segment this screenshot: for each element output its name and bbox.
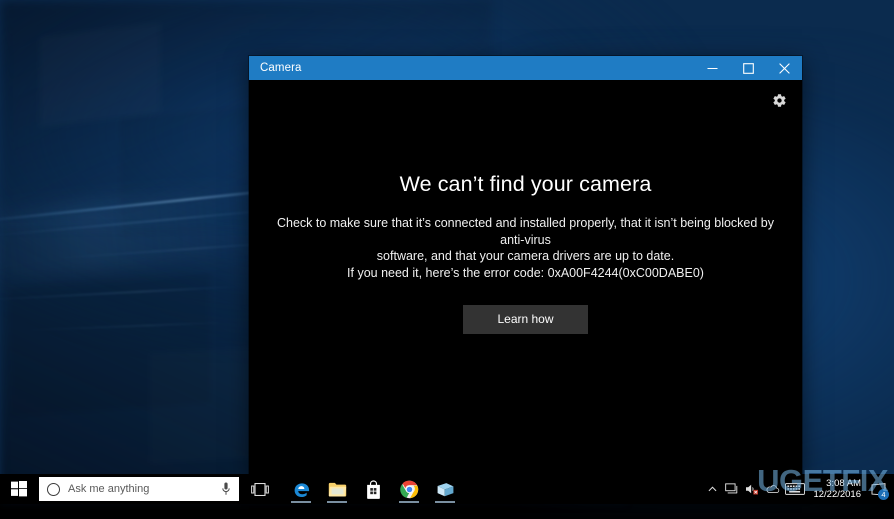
pinned-apps xyxy=(283,474,463,504)
network-icon xyxy=(725,483,739,495)
system-tray: 3:08 AM 12/22/2016 4 xyxy=(702,474,894,504)
clock-time: 3:08 AM xyxy=(826,478,861,489)
running-indicator xyxy=(399,501,419,503)
keyboard-icon xyxy=(785,483,805,495)
notification-count-badge: 4 xyxy=(878,489,889,500)
chevron-up-icon xyxy=(708,485,717,494)
taskbar-item-camera[interactable] xyxy=(427,474,463,504)
keyboard-button[interactable] xyxy=(782,474,808,504)
running-indicator xyxy=(435,501,455,503)
clock-date: 12/22/2016 xyxy=(813,489,861,500)
folder-icon xyxy=(328,481,347,498)
camera-app-window[interactable]: Camera xyxy=(249,56,802,474)
store-icon xyxy=(365,480,382,499)
error-description: Check to make sure that it’s connected a… xyxy=(266,215,786,265)
taskbar-item-microsoft-store[interactable] xyxy=(355,474,391,504)
settings-button[interactable] xyxy=(768,89,790,111)
window-title: Camera xyxy=(260,62,302,74)
window-title-bar[interactable]: Camera xyxy=(249,56,802,80)
wallpaper-facet xyxy=(40,23,160,128)
learn-how-button[interactable]: Learn how xyxy=(463,305,588,334)
error-heading: We can’t find your camera xyxy=(263,172,788,197)
taskbar-item-microsoft-edge[interactable] xyxy=(283,474,319,504)
error-code-line: If you need it, here’s the error code: 0… xyxy=(263,265,788,282)
window-controls xyxy=(694,56,802,80)
taskbar[interactable]: Ask me anything xyxy=(0,474,894,504)
running-indicator xyxy=(291,501,311,503)
task-view-button[interactable] xyxy=(243,474,277,504)
gear-icon xyxy=(772,93,787,108)
minimize-icon xyxy=(707,63,718,74)
windows-logo-icon xyxy=(11,481,27,497)
maximize-icon xyxy=(743,63,754,74)
cortana-circle-icon xyxy=(47,483,60,496)
camera-error-message: We can’t find your camera Check to make … xyxy=(249,172,802,334)
action-center-button[interactable]: 4 xyxy=(866,474,890,504)
task-view-icon xyxy=(251,483,269,496)
onedrive-button[interactable] xyxy=(762,474,782,504)
start-button[interactable] xyxy=(0,474,38,504)
clock[interactable]: 3:08 AM 12/22/2016 xyxy=(813,474,861,504)
close-button[interactable] xyxy=(766,56,802,80)
close-icon xyxy=(779,63,790,74)
edge-icon xyxy=(292,480,311,499)
running-indicator xyxy=(327,501,347,503)
network-button[interactable] xyxy=(722,474,742,504)
search-placeholder: Ask me anything xyxy=(68,483,149,495)
volume-muted-icon xyxy=(745,483,759,495)
microphone-icon[interactable] xyxy=(222,482,230,496)
minimize-button[interactable] xyxy=(694,56,730,80)
camera-app-body: We can’t find your camera Check to make … xyxy=(249,80,802,474)
show-hidden-icons-button[interactable] xyxy=(702,474,722,504)
taskbar-item-file-explorer[interactable] xyxy=(319,474,355,504)
error-description-line-2: software, and that your camera drivers a… xyxy=(266,248,786,265)
taskbar-item-google-chrome[interactable] xyxy=(391,474,427,504)
search-input[interactable]: Ask me anything xyxy=(39,477,239,501)
error-description-line-1: Check to make sure that it’s connected a… xyxy=(266,215,786,248)
camera-app-icon xyxy=(436,481,455,498)
chrome-icon xyxy=(400,480,419,499)
volume-button[interactable] xyxy=(742,474,762,504)
maximize-button[interactable] xyxy=(730,56,766,80)
onedrive-icon xyxy=(765,484,780,494)
